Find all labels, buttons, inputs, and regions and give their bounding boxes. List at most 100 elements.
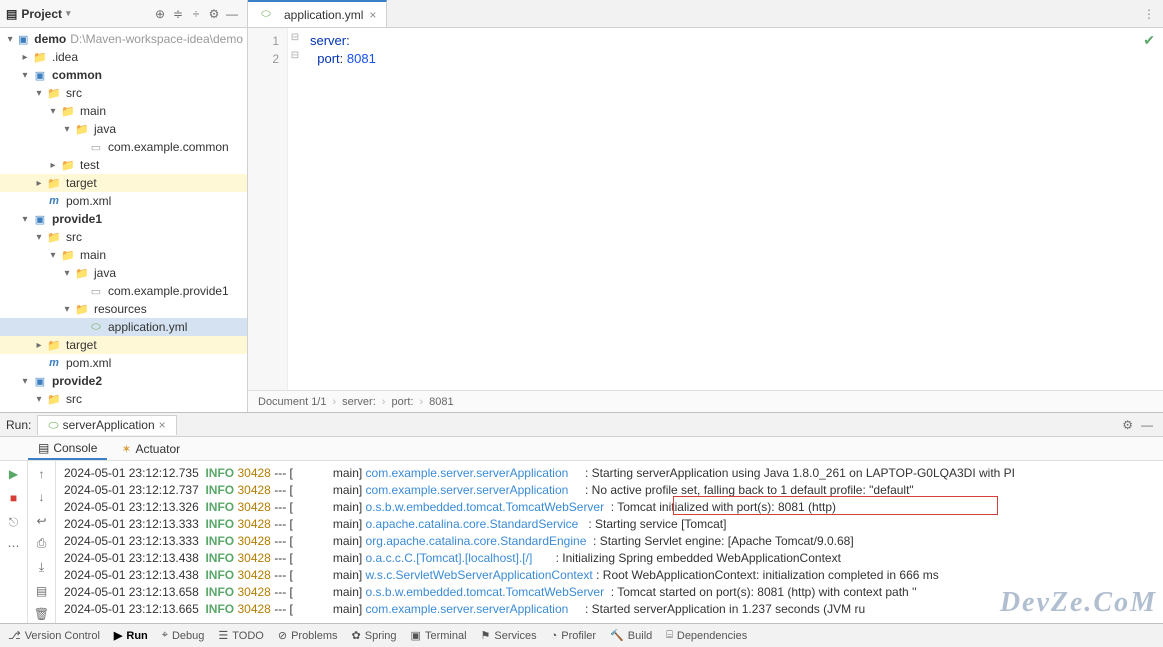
project-tree[interactable]: ▾▣demoD:\Maven-workspace-idea\demo▸📁.ide… <box>0 28 247 412</box>
tree-row[interactable]: ▾📁java <box>0 120 247 138</box>
folder-icon: 📁 <box>32 49 48 65</box>
close-icon[interactable]: × <box>159 418 166 432</box>
status-label: Version Control <box>25 630 100 642</box>
tree-row[interactable]: ▾📁main <box>0 246 247 264</box>
run-subtabs: ▤ Console ✶ Actuator <box>0 437 1163 461</box>
status-item-run[interactable]: ▶Run <box>114 629 148 642</box>
chevron-icon[interactable]: ▸ <box>46 160 60 171</box>
status-item-services[interactable]: ⚑Services <box>481 629 537 642</box>
console-toolbar: ↑ ↓ ↩ ⎙ ⤓ ▤ 🗑 <box>28 461 56 623</box>
folder-icon: 📁 <box>60 157 76 173</box>
run-config-tab[interactable]: ⬭ serverApplication × <box>37 415 176 435</box>
chevron-icon[interactable]: ▾ <box>46 106 60 117</box>
tree-row[interactable]: mpom.xml <box>0 192 247 210</box>
down-icon[interactable]: ↓ <box>33 488 51 505</box>
project-view-select[interactable]: ▤ Project ▾ <box>6 7 71 21</box>
log-line: 2024-05-01 23:12:13.326 INFO 30428 --- [… <box>64 499 1155 516</box>
yml-icon: ⬭ <box>258 7 274 23</box>
tree-row[interactable]: ▾📁resources <box>0 300 247 318</box>
tab-actions[interactable]: ⋮ <box>1143 0 1163 27</box>
run-tab-label: serverApplication <box>63 418 155 432</box>
crumb[interactable]: Document 1/1 <box>258 396 326 408</box>
fold-icon[interactable]: ⊟ <box>288 32 302 50</box>
tree-row[interactable]: ▸📁target <box>0 174 247 192</box>
trash-icon[interactable]: 🗑 <box>33 606 51 623</box>
locate-icon[interactable]: ⊕ <box>151 7 169 21</box>
tree-row[interactable]: ▾▣common <box>0 66 247 84</box>
project-tool-header: ▤ Project ▾ ⊕ ≑ ÷ ⚙ — <box>0 0 247 28</box>
hide-icon[interactable]: — <box>1137 418 1157 432</box>
chevron-icon[interactable]: ▾ <box>18 70 32 81</box>
code-area[interactable]: server: port: 8081 ✔ <box>302 28 1163 390</box>
chevron-icon[interactable]: ▾ <box>60 268 74 279</box>
gear-icon[interactable]: ⚙ <box>1118 418 1137 432</box>
tree-row[interactable]: ▾▣demoD:\Maven-workspace-idea\demo <box>0 30 247 48</box>
chevron-icon[interactable]: ▾ <box>4 34 16 45</box>
project-icon: ▤ <box>6 7 17 21</box>
rerun-icon[interactable]: ▶ <box>5 465 23 483</box>
stop-icon[interactable]: ■ <box>5 489 23 507</box>
status-item-version-control[interactable]: ⎇Version Control <box>8 629 100 642</box>
close-icon[interactable]: × <box>369 8 376 22</box>
status-item-build[interactable]: 🔨Build <box>610 629 652 642</box>
tree-row[interactable]: ▸📁target <box>0 336 247 354</box>
chevron-icon[interactable]: ▸ <box>18 52 32 63</box>
crumb[interactable]: 8081 <box>429 396 453 408</box>
console-output[interactable]: 2024-05-01 23:12:12.735 INFO 30428 --- [… <box>56 461 1163 623</box>
chevron-icon[interactable]: ▾ <box>32 232 46 243</box>
settings-icon[interactable]: ⚙ <box>205 7 223 21</box>
hide-icon[interactable]: — <box>223 7 241 21</box>
tree-row[interactable]: ▸📁.idea <box>0 48 247 66</box>
tree-row[interactable]: ▾📁main <box>0 102 247 120</box>
scroll-icon[interactable]: ⤓ <box>33 559 51 576</box>
run-side-toolbar: ▶ ■ ⎋ ⋯ <box>0 461 28 623</box>
status-item-todo[interactable]: ☰TODO <box>218 629 263 642</box>
chevron-icon[interactable]: ▸ <box>32 340 46 351</box>
tree-row[interactable]: ▾📁src <box>0 84 247 102</box>
editor-tab-application-yml[interactable]: ⬭ application.yml × <box>248 0 387 27</box>
tree-row[interactable]: ▭com.example.common <box>0 138 247 156</box>
exit-icon[interactable]: ⎋ <box>5 513 23 531</box>
collapse-icon[interactable]: ÷ <box>187 7 205 21</box>
chevron-icon[interactable]: ▾ <box>46 250 60 261</box>
print-icon[interactable]: ⎙ <box>33 535 51 552</box>
subtab-console[interactable]: ▤ Console <box>28 438 107 460</box>
chevron-icon[interactable]: ▾ <box>32 88 46 99</box>
tree-row[interactable]: ▾▣provide1 <box>0 210 247 228</box>
editor-body[interactable]: 1 2 ⊟ ⊟ server: port: 8081 ✔ <box>248 28 1163 390</box>
crumb[interactable]: port: <box>391 396 413 408</box>
tree-row[interactable]: ▾▣provide2 <box>0 372 247 390</box>
chevron-icon[interactable]: ▾ <box>18 214 32 225</box>
tree-row[interactable]: ⬭application.yml <box>0 318 247 336</box>
tree-row[interactable]: ▸📁test <box>0 156 247 174</box>
status-label: Debug <box>172 630 204 642</box>
tree-row[interactable]: ▾📁java <box>0 264 247 282</box>
tree-row[interactable]: ▾📁src <box>0 228 247 246</box>
wrap-icon[interactable]: ↩ <box>33 512 51 529</box>
tree-row[interactable]: ▭com.example.provide1 <box>0 282 247 300</box>
filter-icon[interactable]: ▤ <box>33 582 51 599</box>
status-item-profiler[interactable]: ◔Profiler <box>551 630 597 642</box>
status-item-problems[interactable]: ⊘Problems <box>278 629 338 642</box>
chevron-icon[interactable]: ▾ <box>18 376 32 387</box>
up-icon[interactable]: ↑ <box>33 465 51 482</box>
subtab-actuator[interactable]: ✶ Actuator <box>111 439 190 459</box>
status-item-dependencies[interactable]: ⌸Dependencies <box>666 629 747 642</box>
status-item-debug[interactable]: ⌖Debug <box>162 629 205 642</box>
expand-icon[interactable]: ≑ <box>169 7 187 21</box>
status-item-terminal[interactable]: ▣Terminal <box>411 629 467 642</box>
chevron-icon[interactable]: ▸ <box>32 178 46 189</box>
more-icon[interactable]: ⋯ <box>5 537 23 555</box>
folder-icon: 📁 <box>74 121 90 137</box>
chevron-icon[interactable]: ▾ <box>60 304 74 315</box>
terminal-icon: ▣ <box>411 629 421 642</box>
editor-breadcrumb[interactable]: Document 1/1› server:› port:› 8081 <box>248 390 1163 412</box>
inspection-ok-icon[interactable]: ✔ <box>1143 32 1155 49</box>
tree-row[interactable]: mpom.xml <box>0 354 247 372</box>
tree-row[interactable]: ▾📁src <box>0 390 247 408</box>
line-number: 2 <box>248 50 279 68</box>
chevron-icon[interactable]: ▾ <box>32 394 46 405</box>
chevron-icon[interactable]: ▾ <box>60 124 74 135</box>
status-item-spring[interactable]: ✿Spring <box>352 629 397 642</box>
crumb[interactable]: server: <box>342 396 376 408</box>
